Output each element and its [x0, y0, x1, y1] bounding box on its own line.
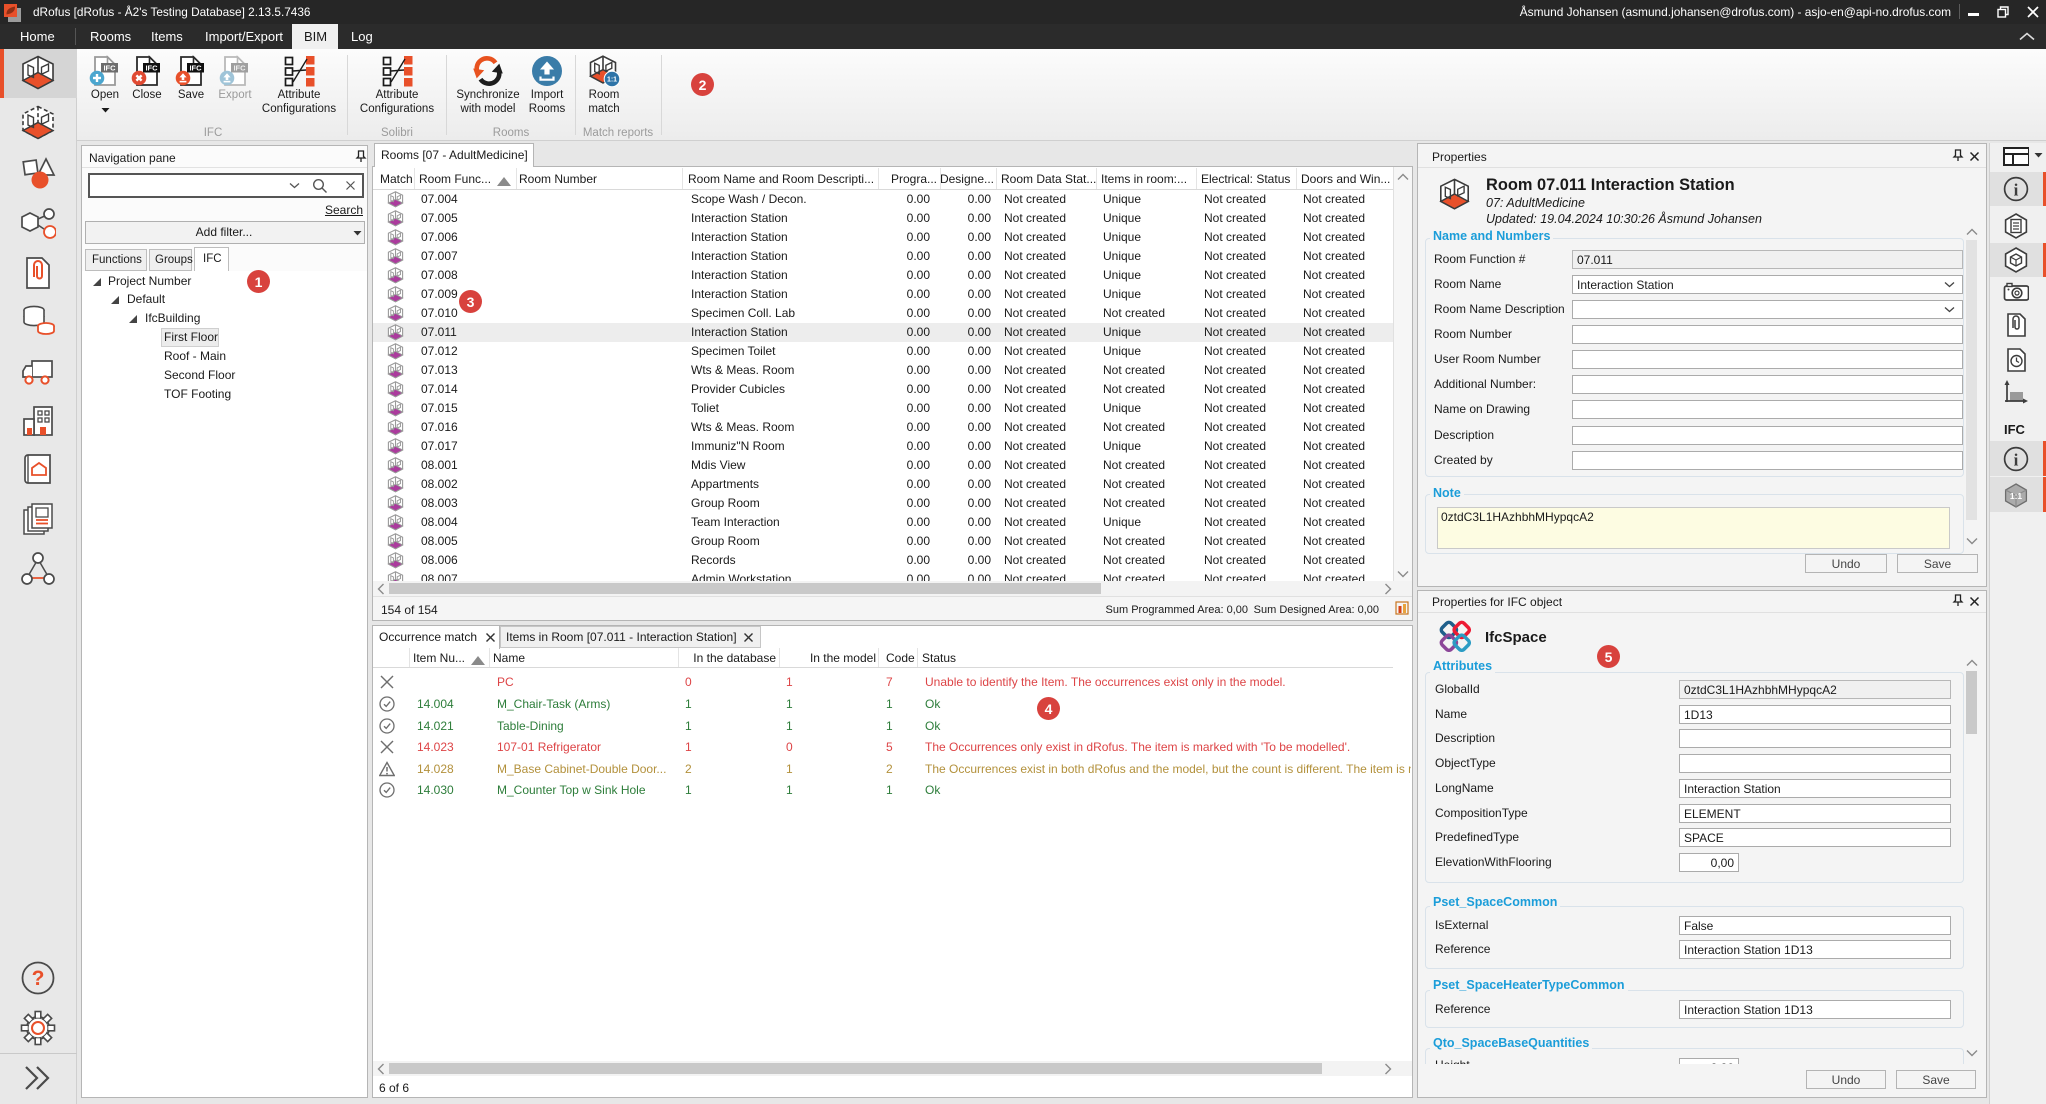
- svg-text:IFC: IFC: [145, 64, 158, 73]
- svg-text:IFC: IFC: [189, 64, 202, 73]
- svg-text:i: i: [2014, 181, 2019, 200]
- svg-text:IFC: IFC: [233, 64, 246, 73]
- svg-text:1:1: 1:1: [607, 77, 617, 84]
- svg-text:IFC: IFC: [103, 64, 116, 73]
- svg-text:?: ?: [32, 967, 45, 990]
- svg-text:i: i: [2014, 451, 2019, 470]
- svg-text:1:1: 1:1: [2010, 491, 2023, 501]
